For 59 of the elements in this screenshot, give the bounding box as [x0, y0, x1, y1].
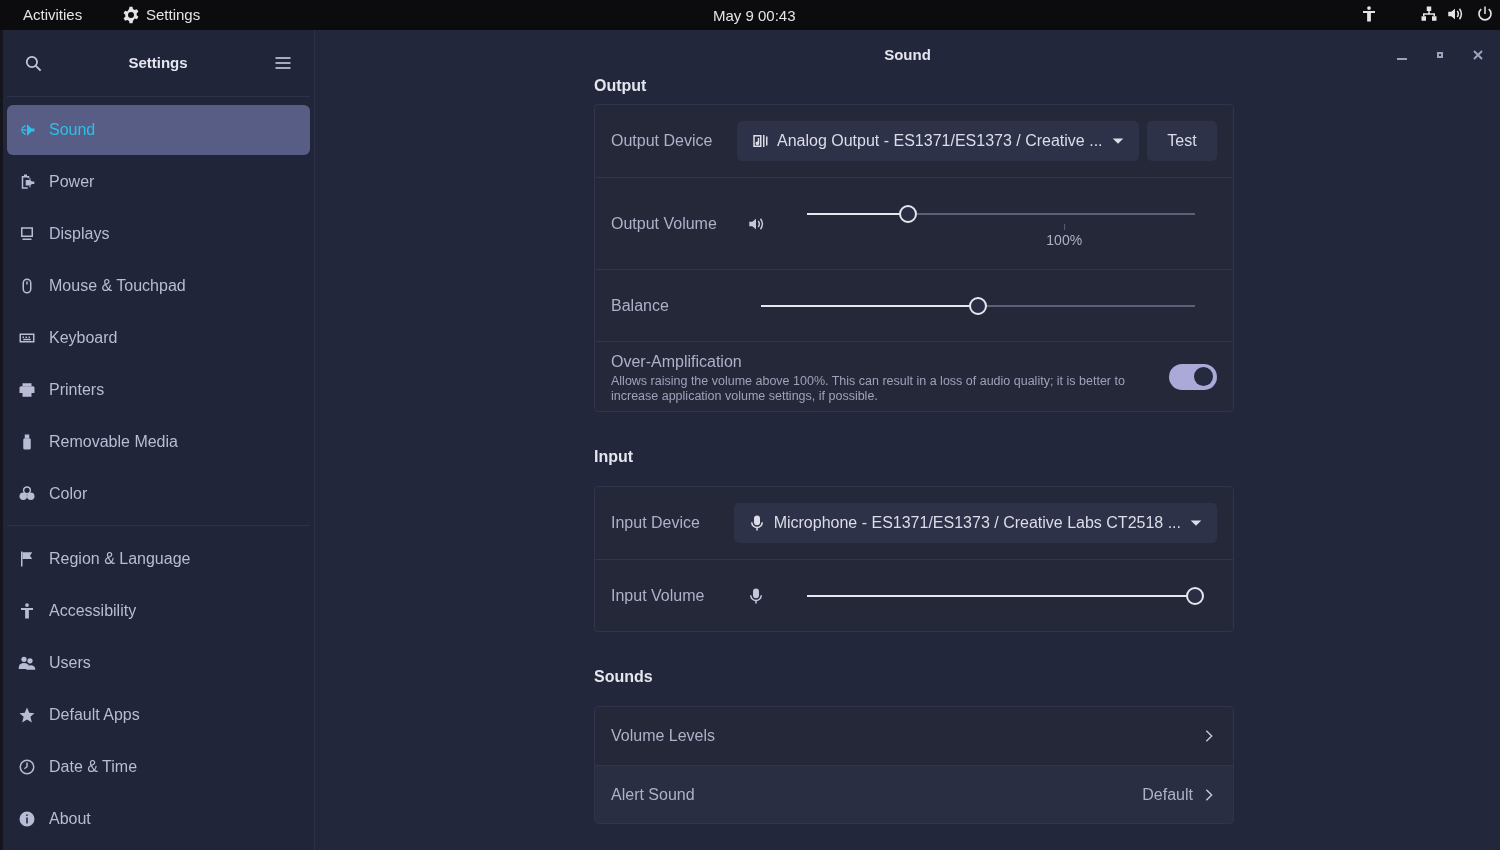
network-icon[interactable] [1420, 5, 1438, 23]
list-row[interactable]: Alert Sound Default [595, 765, 1233, 823]
info-icon [18, 810, 36, 828]
list-row[interactable]: Volume Levels [595, 707, 1233, 765]
row-label: Input Device [611, 513, 701, 533]
window-title: Sound [884, 44, 931, 65]
clock[interactable]: May 9 00:43 [713, 5, 796, 28]
sidebar-item[interactable]: Users [7, 638, 310, 688]
sidebar-item[interactable]: Keyboard [7, 313, 310, 363]
row-label: Output Volume [611, 213, 718, 234]
test-button[interactable]: Test [1147, 121, 1217, 161]
row-label: Output Device [611, 131, 714, 151]
microphone-icon [747, 586, 765, 605]
users-icon [18, 654, 36, 672]
row-label: Input Volume [611, 585, 706, 606]
section-heading: Sounds [594, 667, 653, 687]
row-label: Volume Levels [611, 726, 717, 746]
sidebar-item[interactable]: Color [7, 469, 310, 519]
section-heading: Output [594, 76, 647, 96]
device-dropdown[interactable]: Microphone - ES1371/ES1373 / Creative Labs CT2518 ... [733, 503, 1217, 543]
sidebar-title: Settings [128, 52, 188, 73]
sidebar-item[interactable]: About [7, 794, 310, 844]
sidebar-item[interactable]: Displays [7, 209, 310, 259]
speaker-icon [18, 121, 36, 139]
sidebar-item[interactable]: Default Apps [7, 690, 310, 740]
slider-handle[interactable] [898, 204, 917, 223]
sidebar-item[interactable]: Accessibility [7, 586, 310, 636]
sidebar-item[interactable]: Power [7, 157, 310, 207]
activities-button[interactable]: Activities [0, 3, 122, 27]
toggle-switch[interactable] [1169, 363, 1217, 390]
row-value: Default [1142, 784, 1193, 805]
slider-handle[interactable] [969, 296, 987, 315]
row-label: Over-Amplification [611, 351, 743, 372]
device-name: Analog Output - ES1371/ES1373 / Creative ... [777, 131, 1103, 151]
sidebar-item[interactable]: Region & Language [7, 534, 310, 584]
section-heading: Input [594, 447, 634, 467]
row-label: Balance [611, 295, 670, 316]
power-icon[interactable] [1476, 5, 1494, 23]
gear-icon [122, 6, 140, 24]
tick-label: 100% [1046, 230, 1083, 250]
row-label: Alert Sound [611, 784, 696, 805]
sidebar-item[interactable]: Printers [7, 365, 310, 415]
app-menu-label[interactable]: Settings [146, 3, 201, 27]
accessibility-icon [18, 602, 36, 620]
search-icon[interactable] [24, 53, 43, 73]
sidebar-item[interactable]: Date & Time [7, 742, 310, 792]
slider-handle[interactable] [1186, 586, 1204, 605]
row-description: Allows raising the volume above 100%. This can result in a loss of audio quality; it is better to increase application volume settings, if possible. [611, 373, 1126, 404]
music-device-icon [751, 132, 769, 150]
sidebar-item[interactable]: Mouse & Touchpad [7, 261, 310, 311]
sidebar-item[interactable]: Removable Media [7, 417, 310, 467]
printer-icon [18, 381, 36, 399]
device-name: Microphone - ES1371/ES1373 / Creative Labs CT2518 ... [773, 513, 1181, 533]
star-icon [18, 706, 36, 724]
accessibility-icon[interactable] [1360, 5, 1378, 23]
color-circles-icon [18, 485, 36, 503]
device-dropdown[interactable]: Analog Output - ES1371/ES1373 / Creative ... [737, 121, 1139, 161]
clock-icon [18, 758, 36, 776]
monitor-icon [18, 225, 36, 243]
